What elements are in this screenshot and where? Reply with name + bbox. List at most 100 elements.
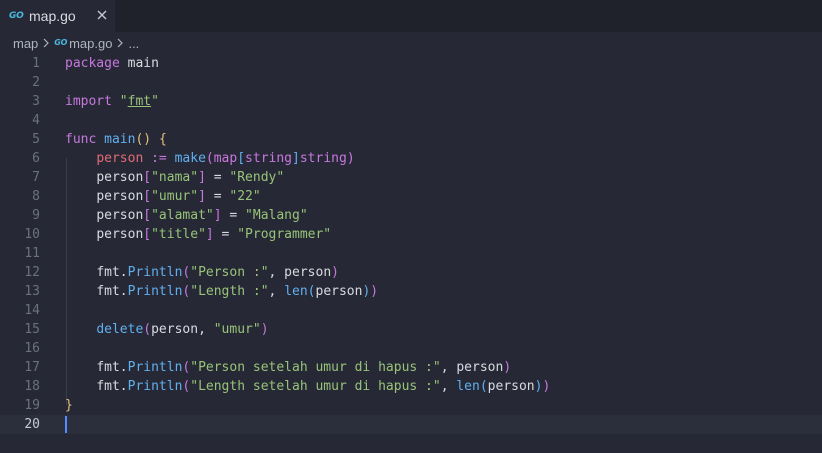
code-line[interactable]: 15 delete(person, "umur") xyxy=(0,320,822,339)
code-line[interactable]: 20 xyxy=(0,415,822,434)
close-icon[interactable] xyxy=(95,8,109,22)
code-token: len xyxy=(284,284,308,299)
code-token: ) xyxy=(331,265,339,280)
code-token: Println xyxy=(127,284,183,299)
code-token: "nama" xyxy=(151,170,199,185)
breadcrumb: map GO map.go ... xyxy=(0,32,822,54)
code-text: fmt.Println("Person setelah umur di hapu… xyxy=(65,358,511,377)
code-token: "umur" xyxy=(213,322,261,337)
editor-window: GO map.go map GO map.go ... 1 package mai… xyxy=(0,0,822,453)
code-line[interactable]: 18 fmt.Println ("Length setelah umur di h… xyxy=(0,377,822,396)
code-token: person, xyxy=(151,322,214,337)
code-line[interactable]: 9 person["alamat"] = "Malang" xyxy=(0,206,822,225)
code-text: fmt.Println("Person :", person) xyxy=(65,263,339,282)
code-line[interactable]: 4 xyxy=(0,111,822,130)
code-line[interactable]: 2 xyxy=(0,73,822,92)
code-token: "Person :" xyxy=(190,265,269,280)
code-token: [ xyxy=(143,170,152,185)
tab-map-go[interactable]: GO map.go xyxy=(0,0,115,32)
code-token: ) xyxy=(542,379,551,394)
code-token: Println xyxy=(127,360,183,375)
tab-bar: GO map.go xyxy=(0,0,822,32)
breadcrumb-file[interactable]: map.go xyxy=(69,36,112,51)
code-token: { xyxy=(158,132,167,147)
line-number: 12 xyxy=(24,265,40,280)
code-token: ] xyxy=(205,227,214,242)
code-token: ) xyxy=(346,151,355,166)
code-token: [ xyxy=(237,151,246,166)
code-line[interactable]: 13 fmt.Println("Length :", len(person)) xyxy=(0,282,822,301)
go-file-icon: GO xyxy=(54,38,68,47)
code-editor[interactable]: 1 package main 2 3 import "fmt" 4 5 func main()… xyxy=(0,54,822,453)
code-text: person["title"] = "Programmer" xyxy=(65,225,331,244)
code-text: import "fmt" xyxy=(65,92,159,111)
code-token: len xyxy=(456,379,480,394)
code-token: , xyxy=(440,379,457,394)
code-text: fmt.Println ("Length setelah umur di hapu… xyxy=(65,377,550,396)
tab-label: map.go xyxy=(29,8,76,24)
code-line[interactable]: 16 xyxy=(0,339,822,358)
code-line[interactable]: 3 import "fmt" xyxy=(0,92,822,111)
code-text: person["umur"] = "22" xyxy=(65,187,260,206)
code-line[interactable]: 6 person := make(map[string]string) xyxy=(0,149,822,168)
code-line[interactable]: 8 person["umur"] = "22" xyxy=(0,187,822,206)
code-line[interactable]: 5 func main() { xyxy=(0,130,822,149)
code-token: = xyxy=(205,189,230,204)
code-line[interactable]: 14 xyxy=(0,301,822,320)
line-number: 13 xyxy=(24,284,40,299)
code-token: fmt xyxy=(96,360,120,375)
code-line[interactable]: 10 person["title"] = "Programmer" xyxy=(0,225,822,244)
code-token: person xyxy=(96,227,144,242)
code-line[interactable]: 17 fmt.Println("Person setelah umur di h… xyxy=(0,358,822,377)
code-token: , xyxy=(268,284,285,299)
code-token: person xyxy=(96,189,144,204)
code-token: "Rendy" xyxy=(229,170,285,185)
code-token: Println xyxy=(127,265,183,280)
code-token: ) xyxy=(260,322,269,337)
code-line[interactable]: 12 fmt.Println("Person :", person) xyxy=(0,263,822,282)
breadcrumb-symbol[interactable]: ... xyxy=(128,36,139,51)
code-token: } xyxy=(65,398,73,413)
chevron-right-icon xyxy=(43,38,50,48)
line-number: 9 xyxy=(32,208,40,223)
code-token: person xyxy=(96,208,144,223)
line-number: 15 xyxy=(24,322,40,337)
code-text: delete(person, "umur") xyxy=(65,320,269,339)
code-token: person xyxy=(96,151,144,166)
code-token: ) xyxy=(503,360,512,375)
code-token: ( xyxy=(479,379,488,394)
code-token: ] xyxy=(198,189,206,204)
code-token: "umur" xyxy=(151,189,199,204)
code-token: Println xyxy=(127,379,183,394)
line-number: 3 xyxy=(32,94,40,109)
code-text: person["nama"] = "Rendy" xyxy=(65,168,284,187)
code-text: person["alamat"] = "Malang" xyxy=(65,206,307,225)
code-token: [ xyxy=(143,208,152,223)
go-file-icon: GO xyxy=(9,10,24,21)
code-line[interactable]: 11 xyxy=(0,244,822,263)
code-token: package xyxy=(65,56,120,71)
code-token: person xyxy=(315,284,363,299)
breadcrumb-folder[interactable]: map xyxy=(13,36,38,51)
code-line[interactable]: 19} xyxy=(0,396,822,415)
line-number: 4 xyxy=(32,113,40,128)
code-line[interactable]: 7 person["nama"] = "Rendy" xyxy=(0,168,822,187)
code-token: string xyxy=(299,151,347,166)
code-token: "alamat" xyxy=(151,208,214,223)
code-token: person xyxy=(487,379,535,394)
code-token: ( xyxy=(307,284,316,299)
code-line[interactable]: 1 package main xyxy=(0,54,822,73)
code-token: import xyxy=(65,94,112,109)
code-token: ] xyxy=(198,170,206,185)
